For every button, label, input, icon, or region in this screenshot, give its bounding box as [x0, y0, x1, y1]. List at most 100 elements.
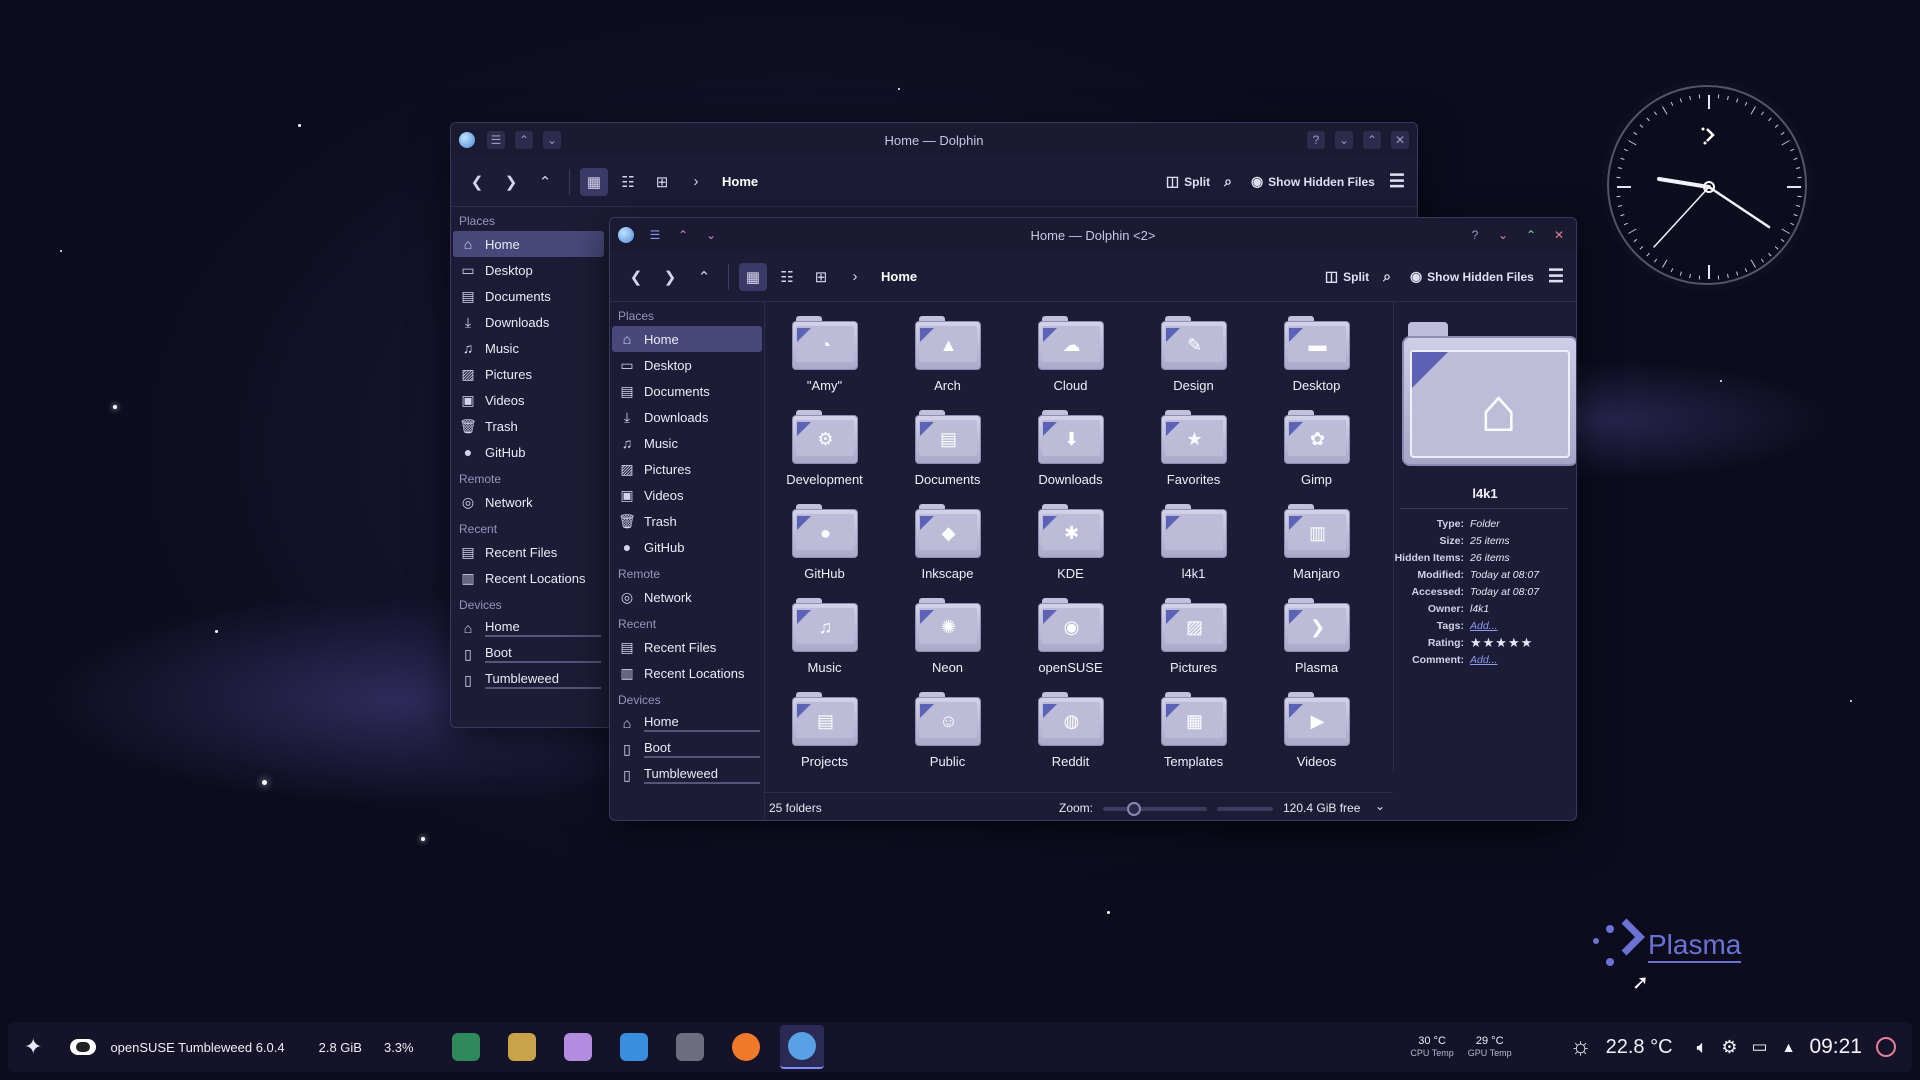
places-item-home[interactable]: ⌂ Home [612, 326, 762, 352]
places-item-recent-files[interactable]: ▤ Recent Files [453, 539, 604, 565]
zoom-slider-handle[interactable] [1127, 802, 1142, 816]
show-hidden-files-button[interactable]: ◉ Show Hidden Files [1251, 173, 1375, 190]
tray-expand-icon[interactable]: ▲ [1782, 1039, 1796, 1055]
folder-item[interactable]: ◆ Inkscape [886, 500, 1009, 594]
compact-view-button[interactable]: ☷ [614, 168, 642, 196]
folder-item[interactable]: ▤ Documents [886, 406, 1009, 500]
places-item-videos[interactable]: ▣ Videos [453, 387, 604, 413]
places-item-github[interactable]: ● GitHub [453, 439, 604, 465]
places-item-videos[interactable]: ▣ Videos [612, 482, 762, 508]
close-button[interactable]: ✕ [1550, 226, 1568, 244]
places-item-pictures[interactable]: ▨ Pictures [612, 456, 762, 482]
folder-item[interactable]: ✺ Neon [886, 594, 1009, 688]
folder-item[interactable]: ▦ Templates [1132, 688, 1255, 782]
folder-item[interactable]: ⚙ Development [763, 406, 886, 500]
places-item-documents[interactable]: ▤ Documents [453, 283, 604, 309]
rating-stars[interactable]: ★★★★★ [1470, 635, 1533, 651]
notifications-icon[interactable] [1876, 1037, 1896, 1057]
folder-item[interactable]: ▨ Pictures [1132, 594, 1255, 688]
folder-item[interactable]: ☁ Cloud [1009, 312, 1132, 406]
chevron-down-icon[interactable]: ⌄ [1375, 799, 1385, 813]
gpu-temp-widget[interactable]: 29 °C GPU Temp [1468, 1035, 1512, 1059]
back-button[interactable]: ❮ [463, 168, 491, 196]
folder-item[interactable]: ♫ Music [763, 594, 886, 688]
keep-below-button[interactable]: ⌄ [543, 131, 561, 149]
places-item-home[interactable]: ⌂ Home [612, 710, 762, 736]
menu-button[interactable]: ☰ [646, 226, 664, 244]
task-image-viewer[interactable] [444, 1025, 488, 1069]
icons-view-button[interactable]: ▦ [580, 167, 608, 196]
menu-button[interactable]: ☰ [487, 131, 505, 149]
places-item-github[interactable]: ● GitHub [612, 534, 762, 560]
clock-time[interactable]: 09:21 [1809, 1035, 1862, 1059]
minimize-button[interactable]: ⌄ [1335, 131, 1353, 149]
places-item-pictures[interactable]: ▨ Pictures [453, 361, 604, 387]
memory-usage[interactable]: 2.8 GiB [319, 1040, 362, 1055]
add-link[interactable]: Add... [1470, 620, 1497, 632]
up-button[interactable]: ⌃ [690, 263, 718, 291]
places-item-desktop[interactable]: ▭ Desktop [612, 352, 762, 378]
places-item-music[interactable]: ♫ Music [453, 335, 604, 361]
task-terminal[interactable] [500, 1025, 544, 1069]
close-button[interactable]: ✕ [1391, 131, 1409, 149]
sun-icon[interactable]: ☼ [1570, 1033, 1592, 1061]
dolphin-app-icon[interactable] [618, 227, 634, 243]
places-item-home[interactable]: ⌂ Home [453, 615, 604, 641]
free-space-label[interactable]: 120.4 GiB free [1283, 801, 1360, 815]
maximize-button[interactable]: ⌃ [1363, 131, 1381, 149]
folder-item[interactable]: ● GitHub [763, 500, 886, 594]
help-button[interactable]: ? [1466, 226, 1484, 244]
keep-above-button[interactable]: ⌃ [515, 131, 533, 149]
folder-item[interactable]: ☺ Public [886, 688, 1009, 782]
task-store[interactable] [612, 1025, 656, 1069]
places-item-tumbleweed[interactable]: ▯ Tumbleweed [453, 667, 604, 693]
folder-item[interactable]: ▤ Projects [763, 688, 886, 782]
forward-button[interactable]: ❯ [497, 168, 525, 196]
split-button[interactable]: ◫ Split [1166, 173, 1210, 190]
breadcrumb-home[interactable]: Home [881, 269, 917, 284]
folder-item[interactable]: ✱ KDE [1009, 500, 1132, 594]
folder-item[interactable]: ▶ Videos [1255, 688, 1378, 782]
app-launcher-button[interactable]: ✦ [24, 1034, 42, 1060]
places-item-downloads[interactable]: ⤓ Downloads [612, 404, 762, 430]
compact-view-button[interactable]: ☷ [773, 263, 801, 291]
places-item-downloads[interactable]: ⤓ Downloads [453, 309, 604, 335]
search-button[interactable]: ⌕ [1383, 268, 1396, 285]
places-item-desktop[interactable]: ▭ Desktop [453, 257, 604, 283]
places-item-home[interactable]: ⌂ Home [453, 231, 604, 257]
folder-item[interactable]: ▲ Arch [886, 312, 1009, 406]
breadcrumb-home[interactable]: Home [722, 174, 758, 189]
minimize-button[interactable]: ⌄ [1494, 226, 1512, 244]
gear-icon[interactable]: ⚙ [1721, 1037, 1737, 1058]
overview-toggle-icon[interactable] [70, 1039, 97, 1055]
analog-clock-widget[interactable] [1607, 85, 1807, 285]
places-item-tumbleweed[interactable]: ▯ Tumbleweed [612, 762, 762, 788]
places-item-documents[interactable]: ▤ Documents [612, 378, 762, 404]
split-button[interactable]: ◫ Split [1325, 268, 1369, 285]
places-item-music[interactable]: ♫ Music [612, 430, 762, 456]
task-settings[interactable] [668, 1025, 712, 1069]
dolphin-app-icon[interactable] [459, 132, 475, 148]
task-dolphin[interactable] [779, 1025, 824, 1069]
show-hidden-files-button[interactable]: ◉ Show Hidden Files [1410, 268, 1534, 285]
folder-item[interactable]: ✿ Gimp [1255, 406, 1378, 500]
folder-item[interactable]: ◔ "Amy" [763, 312, 886, 406]
places-item-boot[interactable]: ▯ Boot [612, 736, 762, 762]
folder-item[interactable]: ▬ Desktop [1255, 312, 1378, 406]
places-item-recent-files[interactable]: ▤ Recent Files [612, 634, 762, 660]
up-button[interactable]: ⌃ [531, 168, 559, 196]
help-button[interactable]: ? [1307, 131, 1325, 149]
cpu-usage[interactable]: 3.3% [384, 1040, 414, 1055]
folder-item[interactable]: ❯ Plasma [1255, 594, 1378, 688]
task-game[interactable] [556, 1025, 600, 1069]
folder-item[interactable]: ▥ Manjaro [1255, 500, 1378, 594]
folder-item[interactable]: ◉ openSUSE [1009, 594, 1132, 688]
forward-button[interactable]: ❯ [656, 263, 684, 291]
zoom-slider[interactable] [1103, 802, 1207, 816]
folder-item[interactable]: ✎ Design [1132, 312, 1255, 406]
details-view-button[interactable]: ⊞ [807, 263, 835, 291]
search-button[interactable]: ⌕ [1224, 173, 1237, 190]
folder-item[interactable]: ◍ Reddit [1009, 688, 1132, 782]
folder-item[interactable]: l4k1 [1132, 500, 1255, 594]
weather-temperature[interactable]: 22.8 °C [1606, 1036, 1673, 1059]
